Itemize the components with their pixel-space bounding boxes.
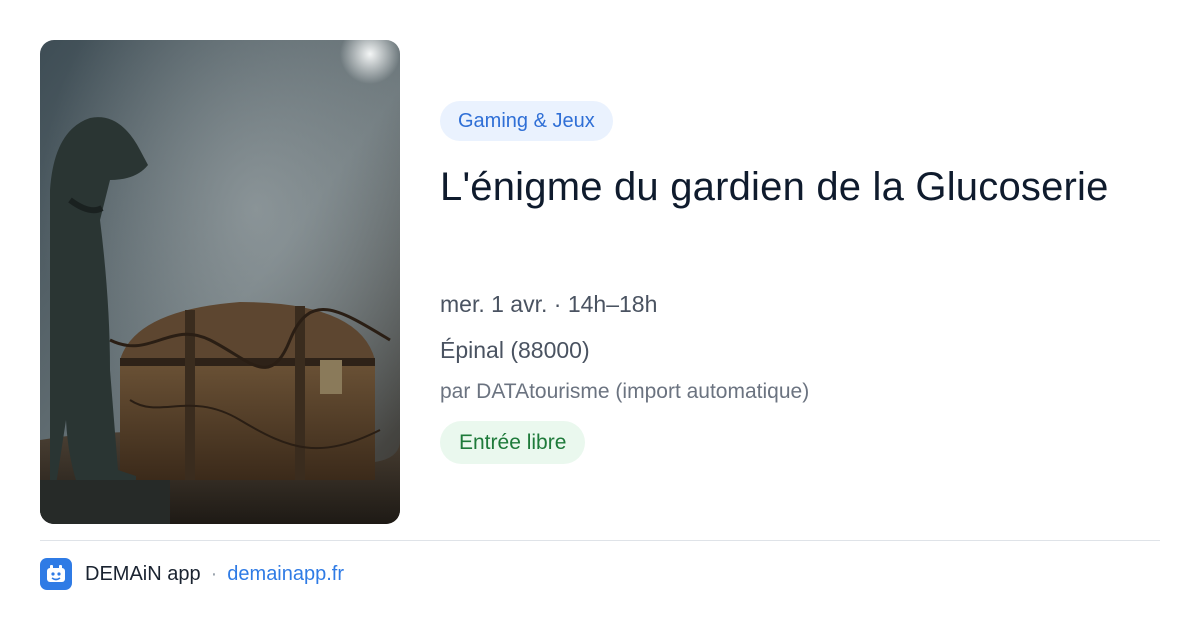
event-image xyxy=(40,40,400,524)
price-badge: Entrée libre xyxy=(440,421,586,464)
event-date-time: mer. 1 avr. · 14h–18h xyxy=(440,291,658,317)
event-info: Gaming & Jeux L'énigme du gardien de la … xyxy=(440,101,1160,464)
app-name: DEMAiN app xyxy=(85,562,201,585)
footer-separator: · xyxy=(210,562,218,585)
event-location: Épinal (88000) xyxy=(440,337,590,363)
footer: DEMAiN app · demainapp.fr xyxy=(40,558,344,590)
app-domain-link[interactable]: demainapp.fr xyxy=(227,563,344,586)
event-photo-illustration xyxy=(40,40,400,524)
demain-logo-icon xyxy=(40,558,72,590)
event-organizer: par DATAtourisme (import automatique) xyxy=(440,380,810,403)
footer-divider xyxy=(40,540,1160,541)
category-badge[interactable]: Gaming & Jeux xyxy=(440,101,613,141)
event-title: L'énigme du gardien de la Glucoserie xyxy=(440,165,1109,209)
